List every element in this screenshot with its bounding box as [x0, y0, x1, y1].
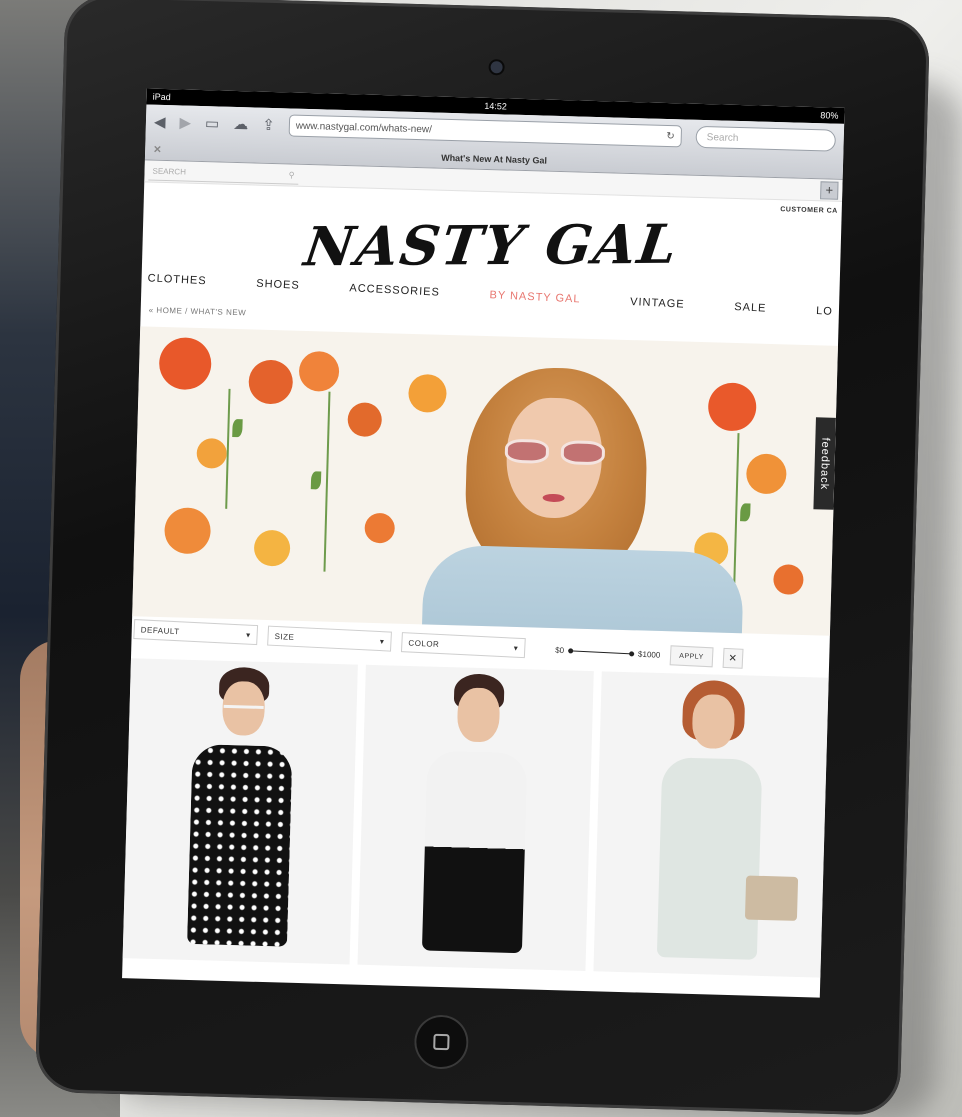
flower-decoration: [773, 564, 804, 595]
camera-icon: [490, 61, 503, 74]
color-value: COLOR: [408, 637, 440, 649]
product-card[interactable]: [593, 671, 829, 978]
new-tab-plus-button[interactable]: +: [820, 180, 839, 200]
stem-decoration: [733, 433, 740, 584]
tab-close-icon[interactable]: ✕: [153, 144, 162, 155]
stem-decoration: [225, 388, 231, 509]
flower-decoration: [347, 402, 383, 438]
sort-value: DEFAULT: [140, 624, 180, 636]
site-search-placeholder: SEARCH: [152, 166, 187, 177]
site-search-input[interactable]: SEARCH ⚲: [148, 162, 299, 185]
product-card[interactable]: [357, 664, 594, 972]
price-min: $0: [555, 645, 565, 655]
size-value: SIZE: [274, 631, 295, 642]
share-icon[interactable]: ⇪: [262, 116, 275, 133]
nav-sale[interactable]: SALE: [734, 301, 767, 315]
clear-filters-button[interactable]: ✕: [722, 647, 744, 669]
hero-model: [420, 365, 745, 636]
flower-decoration: [707, 382, 757, 432]
reload-icon[interactable]: ↻: [666, 130, 675, 141]
chevron-down-icon: ▾: [245, 630, 251, 640]
flower-decoration: [163, 507, 212, 555]
model-sunglasses: [504, 438, 606, 468]
home-button[interactable]: [413, 1014, 470, 1070]
leaf-decoration: [310, 471, 322, 490]
ipad-screen: iPad 14:52 80% ◀ ▶ ▭ ☁ ⇪ www.nastygal.co…: [122, 88, 845, 998]
nav-lookbook[interactable]: LO: [816, 305, 833, 318]
product-handbag: [744, 875, 798, 921]
flower-decoration: [158, 336, 212, 391]
flower-decoration: [248, 359, 294, 405]
flower-decoration: [364, 512, 396, 544]
price-max: $1000: [637, 649, 661, 660]
product-dress-collar: [421, 750, 528, 954]
nav-accessories[interactable]: ACCESSORIES: [349, 282, 440, 298]
clock: 14:52: [484, 100, 507, 112]
product-sunglasses: [223, 704, 264, 716]
chevron-down-icon: ▾: [513, 643, 519, 653]
flower-decoration: [407, 373, 448, 413]
browser-search-input[interactable]: Search: [695, 125, 837, 152]
cloud-tabs-icon[interactable]: ☁: [233, 115, 248, 132]
product-model-head: [692, 693, 736, 750]
feedback-tab[interactable]: feedback: [813, 417, 836, 510]
price-slider-track[interactable]: [568, 649, 635, 654]
leaf-decoration: [740, 503, 751, 522]
product-grid: [122, 646, 829, 978]
flower-decoration: [196, 437, 228, 469]
nav-shoes[interactable]: SHOES: [256, 278, 300, 292]
home-square-icon: [433, 1033, 450, 1051]
carrier-label: iPad: [152, 91, 171, 103]
stem-decoration: [323, 391, 331, 572]
price-range-slider[interactable]: $0 $1000: [555, 645, 660, 659]
product-model-head: [456, 687, 501, 743]
leaf-decoration: [232, 418, 243, 438]
nasty-gal-logo[interactable]: NASTY GAL: [136, 207, 844, 283]
tab-title: What's New At Nasty Gal: [441, 152, 548, 166]
search-icon[interactable]: ⚲: [289, 170, 295, 179]
flower-decoration: [253, 529, 291, 567]
apply-button[interactable]: APPLY: [669, 645, 714, 668]
url-text: www.nastygal.com/whats-new/: [295, 120, 433, 135]
hero-banner[interactable]: [132, 326, 838, 636]
nav-clothes[interactable]: CLOTHES: [147, 272, 206, 287]
bookmarks-icon[interactable]: ▭: [205, 115, 220, 132]
product-dress-shift: [657, 757, 763, 960]
chevron-down-icon: ▾: [379, 636, 385, 646]
product-card[interactable]: [122, 658, 359, 965]
flower-decoration: [745, 453, 787, 495]
sort-select[interactable]: DEFAULT ▾: [133, 619, 259, 646]
flower-decoration: [298, 350, 340, 392]
battery-label: 80%: [820, 110, 839, 121]
forward-icon[interactable]: ▶: [179, 114, 191, 131]
ipad-device: iPad 14:52 80% ◀ ▶ ▭ ☁ ⇪ www.nastygal.co…: [34, 0, 931, 1116]
url-bar[interactable]: www.nastygal.com/whats-new/ ↻: [288, 114, 683, 148]
product-dress-polka: [186, 743, 293, 947]
size-select[interactable]: SIZE ▾: [267, 625, 392, 652]
back-icon[interactable]: ◀: [154, 113, 166, 130]
model-top: [420, 544, 745, 636]
